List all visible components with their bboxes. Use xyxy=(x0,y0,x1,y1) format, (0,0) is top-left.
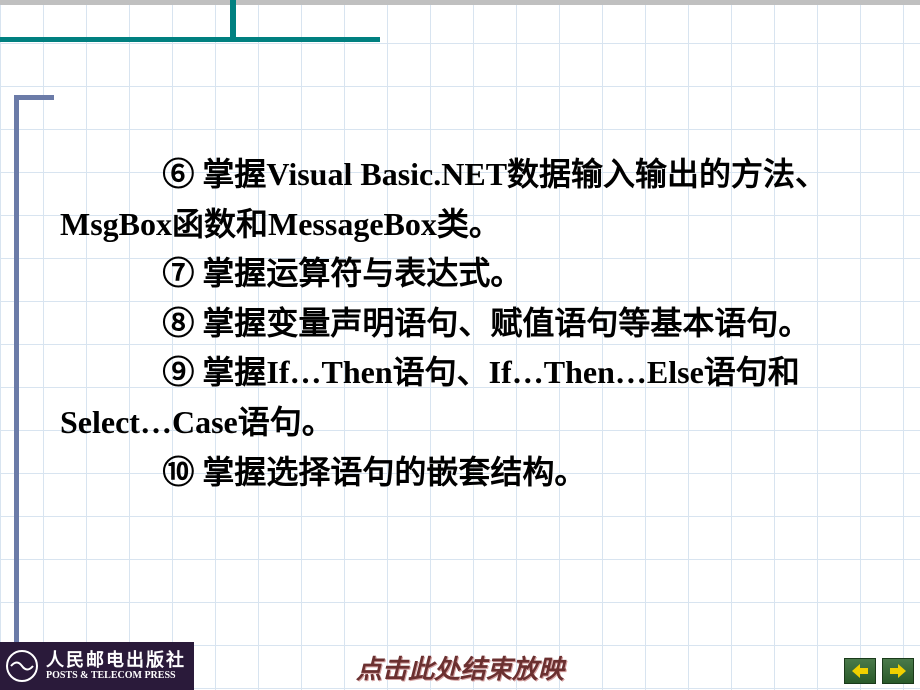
end-slideshow-link[interactable]: 点击此处结束放映 xyxy=(356,649,564,686)
navigation-buttons xyxy=(844,658,914,684)
teal-accent-vertical xyxy=(230,0,236,37)
content-item-6: ⑥ 掌握Visual Basic.NET数据输入输出的方法、MsgBox函数和M… xyxy=(60,150,870,249)
previous-slide-button[interactable] xyxy=(844,658,876,684)
publisher-text: 人民邮电出版社 POSTS & TELECOM PRESS xyxy=(46,651,186,682)
next-slide-button[interactable] xyxy=(882,658,914,684)
content-item-9: ⑨ 掌握If…Then语句、If…Then…Else语句和Select…Case… xyxy=(60,348,870,447)
arrow-right-icon xyxy=(890,664,906,678)
top-border-decoration xyxy=(0,0,920,5)
publisher-name-en: POSTS & TELECOM PRESS xyxy=(46,670,186,681)
content-item-10: ⑩ 掌握选择语句的嵌套结构。 xyxy=(60,448,870,498)
publisher-badge: 人民邮电出版社 POSTS & TELECOM PRESS xyxy=(0,642,194,690)
content-item-8: ⑧ 掌握变量声明语句、赋值语句等基本语句。 xyxy=(60,299,870,349)
slide-footer: 人民邮电出版社 POSTS & TELECOM PRESS 点击此处结束放映 xyxy=(0,642,920,690)
arrow-left-icon xyxy=(852,664,868,678)
publisher-logo-icon xyxy=(4,648,40,684)
content-item-7: ⑦ 掌握运算符与表达式。 xyxy=(60,249,870,299)
slide-content: ⑥ 掌握Visual Basic.NET数据输入输出的方法、MsgBox函数和M… xyxy=(60,150,870,497)
publisher-name-cn: 人民邮电出版社 xyxy=(46,651,186,671)
content-box-top-border xyxy=(14,95,54,100)
teal-accent-horizontal xyxy=(0,37,380,42)
content-box-left-border xyxy=(14,95,19,660)
